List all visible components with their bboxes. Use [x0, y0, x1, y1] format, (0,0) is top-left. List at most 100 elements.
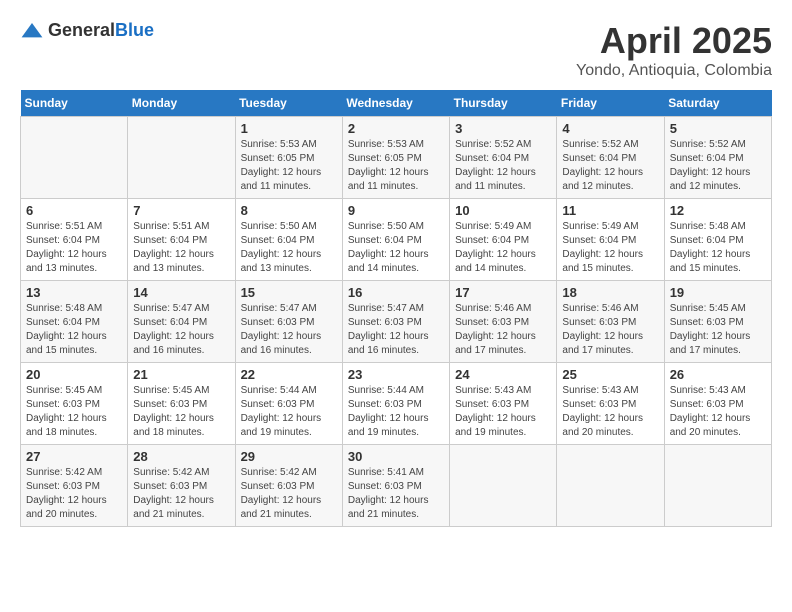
daylight-label: Daylight: 12 hours and 14 minutes.	[348, 249, 429, 274]
calendar-cell: 8 Sunrise: 5:50 AM Sunset: 6:04 PM Dayli…	[235, 199, 342, 281]
cell-info: Sunrise: 5:53 AM Sunset: 6:05 PM Dayligh…	[241, 138, 337, 194]
calendar-table: SundayMondayTuesdayWednesdayThursdayFrid…	[20, 90, 772, 527]
sunrise-label: Sunrise: 5:46 AM	[562, 303, 638, 314]
day-number: 18	[562, 285, 658, 300]
sunrise-label: Sunrise: 5:49 AM	[455, 221, 531, 232]
col-header-tuesday: Tuesday	[235, 90, 342, 117]
sunrise-label: Sunrise: 5:52 AM	[670, 139, 746, 150]
calendar-cell: 20 Sunrise: 5:45 AM Sunset: 6:03 PM Dayl…	[21, 363, 128, 445]
calendar-week-1: 1 Sunrise: 5:53 AM Sunset: 6:05 PM Dayli…	[21, 117, 772, 199]
calendar-cell: 5 Sunrise: 5:52 AM Sunset: 6:04 PM Dayli…	[664, 117, 771, 199]
sunset-label: Sunset: 6:05 PM	[348, 153, 422, 164]
col-header-sunday: Sunday	[21, 90, 128, 117]
sunset-label: Sunset: 6:03 PM	[455, 399, 529, 410]
logo-text: GeneralBlue	[48, 20, 154, 41]
sunrise-label: Sunrise: 5:45 AM	[26, 385, 102, 396]
sunset-label: Sunset: 6:03 PM	[348, 399, 422, 410]
sunset-label: Sunset: 6:03 PM	[241, 399, 315, 410]
day-number: 19	[670, 285, 766, 300]
calendar-cell: 28 Sunrise: 5:42 AM Sunset: 6:03 PM Dayl…	[128, 445, 235, 527]
cell-info: Sunrise: 5:46 AM Sunset: 6:03 PM Dayligh…	[562, 302, 658, 358]
cell-info: Sunrise: 5:51 AM Sunset: 6:04 PM Dayligh…	[133, 220, 229, 276]
cell-info: Sunrise: 5:45 AM Sunset: 6:03 PM Dayligh…	[670, 302, 766, 358]
col-header-saturday: Saturday	[664, 90, 771, 117]
sunrise-label: Sunrise: 5:44 AM	[241, 385, 317, 396]
cell-info: Sunrise: 5:48 AM Sunset: 6:04 PM Dayligh…	[670, 220, 766, 276]
daylight-label: Daylight: 12 hours and 17 minutes.	[562, 331, 643, 356]
cell-info: Sunrise: 5:52 AM Sunset: 6:04 PM Dayligh…	[562, 138, 658, 194]
sunset-label: Sunset: 6:03 PM	[133, 399, 207, 410]
sunrise-label: Sunrise: 5:46 AM	[455, 303, 531, 314]
day-number: 27	[26, 449, 122, 464]
daylight-label: Daylight: 12 hours and 11 minutes.	[348, 167, 429, 192]
cell-info: Sunrise: 5:45 AM Sunset: 6:03 PM Dayligh…	[26, 384, 122, 440]
sunset-label: Sunset: 6:04 PM	[455, 153, 529, 164]
daylight-label: Daylight: 12 hours and 19 minutes.	[455, 413, 536, 438]
cell-info: Sunrise: 5:41 AM Sunset: 6:03 PM Dayligh…	[348, 466, 444, 522]
sunset-label: Sunset: 6:04 PM	[562, 153, 636, 164]
sunrise-label: Sunrise: 5:42 AM	[133, 467, 209, 478]
daylight-label: Daylight: 12 hours and 16 minutes.	[133, 331, 214, 356]
day-number: 2	[348, 121, 444, 136]
sunset-label: Sunset: 6:04 PM	[133, 317, 207, 328]
sunset-label: Sunset: 6:04 PM	[562, 235, 636, 246]
calendar-cell	[664, 445, 771, 527]
calendar-cell: 26 Sunrise: 5:43 AM Sunset: 6:03 PM Dayl…	[664, 363, 771, 445]
header: GeneralBlue April 2025 Yondo, Antioquia,…	[20, 20, 772, 80]
cell-info: Sunrise: 5:51 AM Sunset: 6:04 PM Dayligh…	[26, 220, 122, 276]
day-number: 26	[670, 367, 766, 382]
calendar-cell: 2 Sunrise: 5:53 AM Sunset: 6:05 PM Dayli…	[342, 117, 449, 199]
sunrise-label: Sunrise: 5:43 AM	[455, 385, 531, 396]
daylight-label: Daylight: 12 hours and 15 minutes.	[670, 249, 751, 274]
day-number: 4	[562, 121, 658, 136]
sunset-label: Sunset: 6:04 PM	[133, 235, 207, 246]
calendar-cell	[557, 445, 664, 527]
calendar-cell: 13 Sunrise: 5:48 AM Sunset: 6:04 PM Dayl…	[21, 281, 128, 363]
daylight-label: Daylight: 12 hours and 18 minutes.	[133, 413, 214, 438]
daylight-label: Daylight: 12 hours and 13 minutes.	[26, 249, 107, 274]
day-number: 23	[348, 367, 444, 382]
day-number: 8	[241, 203, 337, 218]
sunrise-label: Sunrise: 5:48 AM	[670, 221, 746, 232]
calendar-week-3: 13 Sunrise: 5:48 AM Sunset: 6:04 PM Dayl…	[21, 281, 772, 363]
day-number: 30	[348, 449, 444, 464]
cell-info: Sunrise: 5:49 AM Sunset: 6:04 PM Dayligh…	[562, 220, 658, 276]
daylight-label: Daylight: 12 hours and 14 minutes.	[455, 249, 536, 274]
sunset-label: Sunset: 6:03 PM	[133, 481, 207, 492]
day-number: 11	[562, 203, 658, 218]
day-number: 13	[26, 285, 122, 300]
sunset-label: Sunset: 6:03 PM	[670, 317, 744, 328]
sunset-label: Sunset: 6:04 PM	[241, 235, 315, 246]
sunset-label: Sunset: 6:03 PM	[26, 481, 100, 492]
month-title: April 2025	[576, 20, 772, 62]
daylight-label: Daylight: 12 hours and 18 minutes.	[26, 413, 107, 438]
cell-info: Sunrise: 5:47 AM Sunset: 6:03 PM Dayligh…	[348, 302, 444, 358]
day-number: 3	[455, 121, 551, 136]
calendar-cell: 9 Sunrise: 5:50 AM Sunset: 6:04 PM Dayli…	[342, 199, 449, 281]
sunrise-label: Sunrise: 5:49 AM	[562, 221, 638, 232]
sunset-label: Sunset: 6:03 PM	[348, 317, 422, 328]
sunset-label: Sunset: 6:04 PM	[670, 235, 744, 246]
calendar-cell	[450, 445, 557, 527]
cell-info: Sunrise: 5:49 AM Sunset: 6:04 PM Dayligh…	[455, 220, 551, 276]
calendar-cell	[128, 117, 235, 199]
calendar-cell: 7 Sunrise: 5:51 AM Sunset: 6:04 PM Dayli…	[128, 199, 235, 281]
day-number: 14	[133, 285, 229, 300]
sunrise-label: Sunrise: 5:50 AM	[241, 221, 317, 232]
logo: GeneralBlue	[20, 20, 154, 41]
sunrise-label: Sunrise: 5:47 AM	[348, 303, 424, 314]
daylight-label: Daylight: 12 hours and 16 minutes.	[348, 331, 429, 356]
calendar-cell: 23 Sunrise: 5:44 AM Sunset: 6:03 PM Dayl…	[342, 363, 449, 445]
cell-info: Sunrise: 5:43 AM Sunset: 6:03 PM Dayligh…	[455, 384, 551, 440]
day-number: 7	[133, 203, 229, 218]
col-header-friday: Friday	[557, 90, 664, 117]
day-number: 24	[455, 367, 551, 382]
cell-info: Sunrise: 5:43 AM Sunset: 6:03 PM Dayligh…	[562, 384, 658, 440]
daylight-label: Daylight: 12 hours and 20 minutes.	[26, 495, 107, 520]
daylight-label: Daylight: 12 hours and 16 minutes.	[241, 331, 322, 356]
sunrise-label: Sunrise: 5:42 AM	[241, 467, 317, 478]
daylight-label: Daylight: 12 hours and 15 minutes.	[26, 331, 107, 356]
calendar-week-2: 6 Sunrise: 5:51 AM Sunset: 6:04 PM Dayli…	[21, 199, 772, 281]
calendar-cell: 30 Sunrise: 5:41 AM Sunset: 6:03 PM Dayl…	[342, 445, 449, 527]
cell-info: Sunrise: 5:42 AM Sunset: 6:03 PM Dayligh…	[133, 466, 229, 522]
